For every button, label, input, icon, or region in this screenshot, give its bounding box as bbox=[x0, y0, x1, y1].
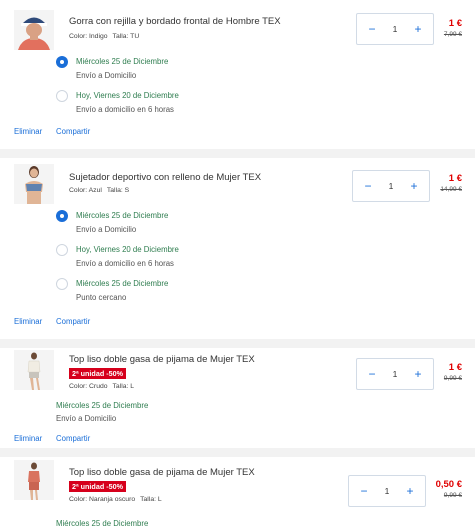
product-price: 1 € bbox=[448, 173, 462, 184]
product-title[interactable]: Top liso doble gasa de pijama de Mujer T… bbox=[69, 467, 255, 478]
product-old-price: 9,99 € bbox=[443, 492, 462, 499]
quantity-stepper[interactable]: − 1 + bbox=[348, 475, 426, 507]
delivery-option-title[interactable]: Miércoles 25 de Diciembre bbox=[76, 279, 168, 288]
product-variant: Color: Naranja oscuro Talla: L bbox=[69, 496, 162, 503]
product-title[interactable]: Sujetador deportivo con relleno de Mujer… bbox=[69, 172, 261, 183]
product-price: 1 € bbox=[448, 362, 462, 373]
item-separator bbox=[0, 149, 475, 158]
increase-quantity-button[interactable]: + bbox=[407, 359, 429, 389]
delivery-date: Miércoles 25 de Diciembre bbox=[56, 401, 149, 410]
delivery-option-subtitle: Punto cercano bbox=[76, 293, 127, 302]
product-old-price: 9,99 € bbox=[443, 375, 462, 382]
quantity-stepper[interactable]: − 1 + bbox=[356, 13, 434, 45]
remove-item-link[interactable]: Eliminar bbox=[14, 434, 42, 443]
delivery-method: Envío a Domicilio bbox=[56, 414, 117, 423]
product-price: 1 € bbox=[448, 18, 462, 29]
remove-item-link[interactable]: Eliminar bbox=[14, 127, 42, 136]
cart-item: Gorra con rejilla y bordado frontal de H… bbox=[0, 0, 475, 152]
delivery-option-radio[interactable] bbox=[56, 56, 68, 68]
cart-item: Top liso doble gasa de pijama de Mujer T… bbox=[0, 457, 475, 530]
delivery-option-subtitle: Envío a Domicilio bbox=[76, 71, 137, 80]
increase-quantity-button[interactable]: + bbox=[407, 14, 429, 44]
product-color: Color: Crudo bbox=[69, 383, 108, 390]
delivery-option-radio[interactable] bbox=[56, 244, 68, 256]
delivery-option-subtitle: Envío a Domicilio bbox=[76, 225, 137, 234]
product-color: Color: Indigo bbox=[69, 33, 108, 40]
product-size: Talla: L bbox=[140, 496, 162, 503]
item-separator bbox=[0, 448, 475, 457]
product-thumbnail[interactable] bbox=[14, 164, 54, 204]
product-color: Color: Naranja oscuro bbox=[69, 496, 136, 503]
delivery-option-title[interactable]: Hoy, Viernes 20 de Diciembre bbox=[76, 91, 179, 100]
product-color: Color: Azul bbox=[69, 187, 102, 194]
share-item-link[interactable]: Compartir bbox=[56, 434, 90, 443]
share-item-link[interactable]: Compartir bbox=[56, 127, 90, 136]
delivery-option-radio[interactable] bbox=[56, 90, 68, 102]
share-item-link[interactable]: Compartir bbox=[56, 317, 90, 326]
cart-item: Top liso doble gasa de pijama de Mujer T… bbox=[0, 348, 475, 448]
product-title[interactable]: Gorra con rejilla y bordado frontal de H… bbox=[69, 16, 281, 27]
product-price: 0,50 € bbox=[435, 479, 462, 490]
product-thumbnail[interactable] bbox=[14, 350, 54, 390]
delivery-option-radio[interactable] bbox=[56, 210, 68, 222]
product-variant: Color: Crudo Talla: L bbox=[69, 383, 134, 390]
product-old-price: 7,99 € bbox=[443, 31, 462, 38]
item-separator bbox=[0, 339, 475, 348]
cart-item: Sujetador deportivo con relleno de Mujer… bbox=[0, 158, 475, 345]
product-variant: Color: Azul Talla: S bbox=[69, 187, 129, 194]
remove-item-link[interactable]: Eliminar bbox=[14, 317, 42, 326]
product-variant: Color: Indigo Talla: TU bbox=[69, 33, 139, 40]
product-size: Talla: TU bbox=[112, 33, 140, 40]
delivery-option-subtitle: Envío a domicilio en 6 horas bbox=[76, 105, 174, 114]
delivery-option-title[interactable]: Miércoles 25 de Diciembre bbox=[76, 211, 168, 220]
delivery-date: Miércoles 25 de Diciembre bbox=[56, 519, 149, 528]
quantity-stepper[interactable]: − 1 + bbox=[352, 170, 430, 202]
increase-quantity-button[interactable]: + bbox=[403, 171, 425, 201]
product-size: Talla: S bbox=[106, 187, 130, 194]
promo-badge: 2ª unidad -50% bbox=[69, 368, 126, 379]
quantity-stepper[interactable]: − 1 + bbox=[356, 358, 434, 390]
delivery-option-title[interactable]: Miércoles 25 de Diciembre bbox=[76, 57, 168, 66]
product-thumbnail[interactable] bbox=[14, 460, 54, 500]
increase-quantity-button[interactable]: + bbox=[399, 476, 421, 506]
product-old-price: 14,99 € bbox=[440, 186, 462, 193]
promo-badge: 2ª unidad -50% bbox=[69, 481, 126, 492]
product-thumbnail[interactable] bbox=[14, 10, 54, 50]
product-size: Talla: L bbox=[112, 383, 135, 390]
delivery-option-title[interactable]: Hoy, Viernes 20 de Diciembre bbox=[76, 245, 179, 254]
delivery-option-subtitle: Envío a domicilio en 6 horas bbox=[76, 259, 174, 268]
product-title[interactable]: Top liso doble gasa de pijama de Mujer T… bbox=[69, 354, 255, 365]
delivery-option-radio[interactable] bbox=[56, 278, 68, 290]
